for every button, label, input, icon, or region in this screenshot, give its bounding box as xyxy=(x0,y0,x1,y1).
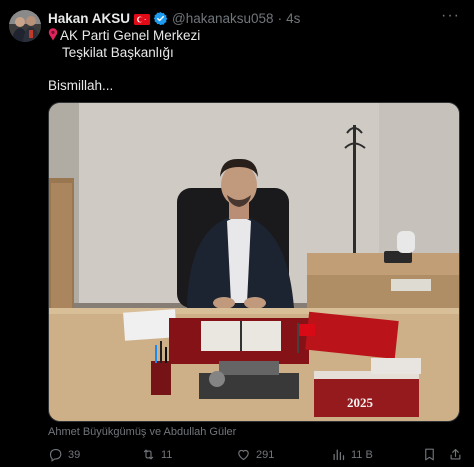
views-count: 11 B xyxy=(351,448,373,461)
author-handle[interactable]: @hakanaksu058 xyxy=(172,11,274,26)
location-line-1: AK Parti Genel Merkezi xyxy=(48,28,200,43)
photo-caption[interactable]: Ahmet Büyükgümüş ve Abdullah Güler xyxy=(48,426,236,438)
reply-count: 39 xyxy=(68,448,81,461)
views-button[interactable]: 11 B xyxy=(331,447,373,462)
post-time[interactable]: 4s xyxy=(286,11,300,26)
like-button[interactable]: 291 xyxy=(236,447,274,462)
like-count: 291 xyxy=(256,448,275,461)
repost-icon xyxy=(143,449,154,460)
pin-icon xyxy=(48,28,58,41)
repost-count: 11 xyxy=(161,448,173,461)
more-icon[interactable]: ··· xyxy=(441,7,460,25)
verified-badge-icon xyxy=(153,11,168,26)
avatar[interactable] xyxy=(9,10,41,42)
post-photo[interactable]: 2025 xyxy=(48,102,460,422)
location-text-1: AK Parti Genel Merkezi xyxy=(60,28,201,43)
author-name[interactable]: Hakan AKSU xyxy=(48,11,130,26)
reply-button[interactable]: 39 xyxy=(48,447,80,462)
share-icon xyxy=(450,448,461,460)
bookmark-icon xyxy=(425,448,434,461)
views-icon xyxy=(333,449,345,461)
bookmark-button[interactable] xyxy=(422,447,437,462)
repost-button[interactable]: 11 xyxy=(141,447,172,462)
action-bar: 39 11 291 11 B xyxy=(48,447,466,465)
share-button[interactable] xyxy=(448,447,463,462)
reply-icon xyxy=(49,448,62,462)
like-icon xyxy=(238,449,249,461)
post-text: Bismillah... xyxy=(48,78,114,93)
turkey-flag-icon xyxy=(134,13,151,25)
separator-dot: · xyxy=(277,10,283,26)
location-line-2: Teşkilat Başkanlığı xyxy=(62,45,174,60)
post-header: Hakan AKSU @hakanaksu058 · 4s xyxy=(48,10,300,26)
